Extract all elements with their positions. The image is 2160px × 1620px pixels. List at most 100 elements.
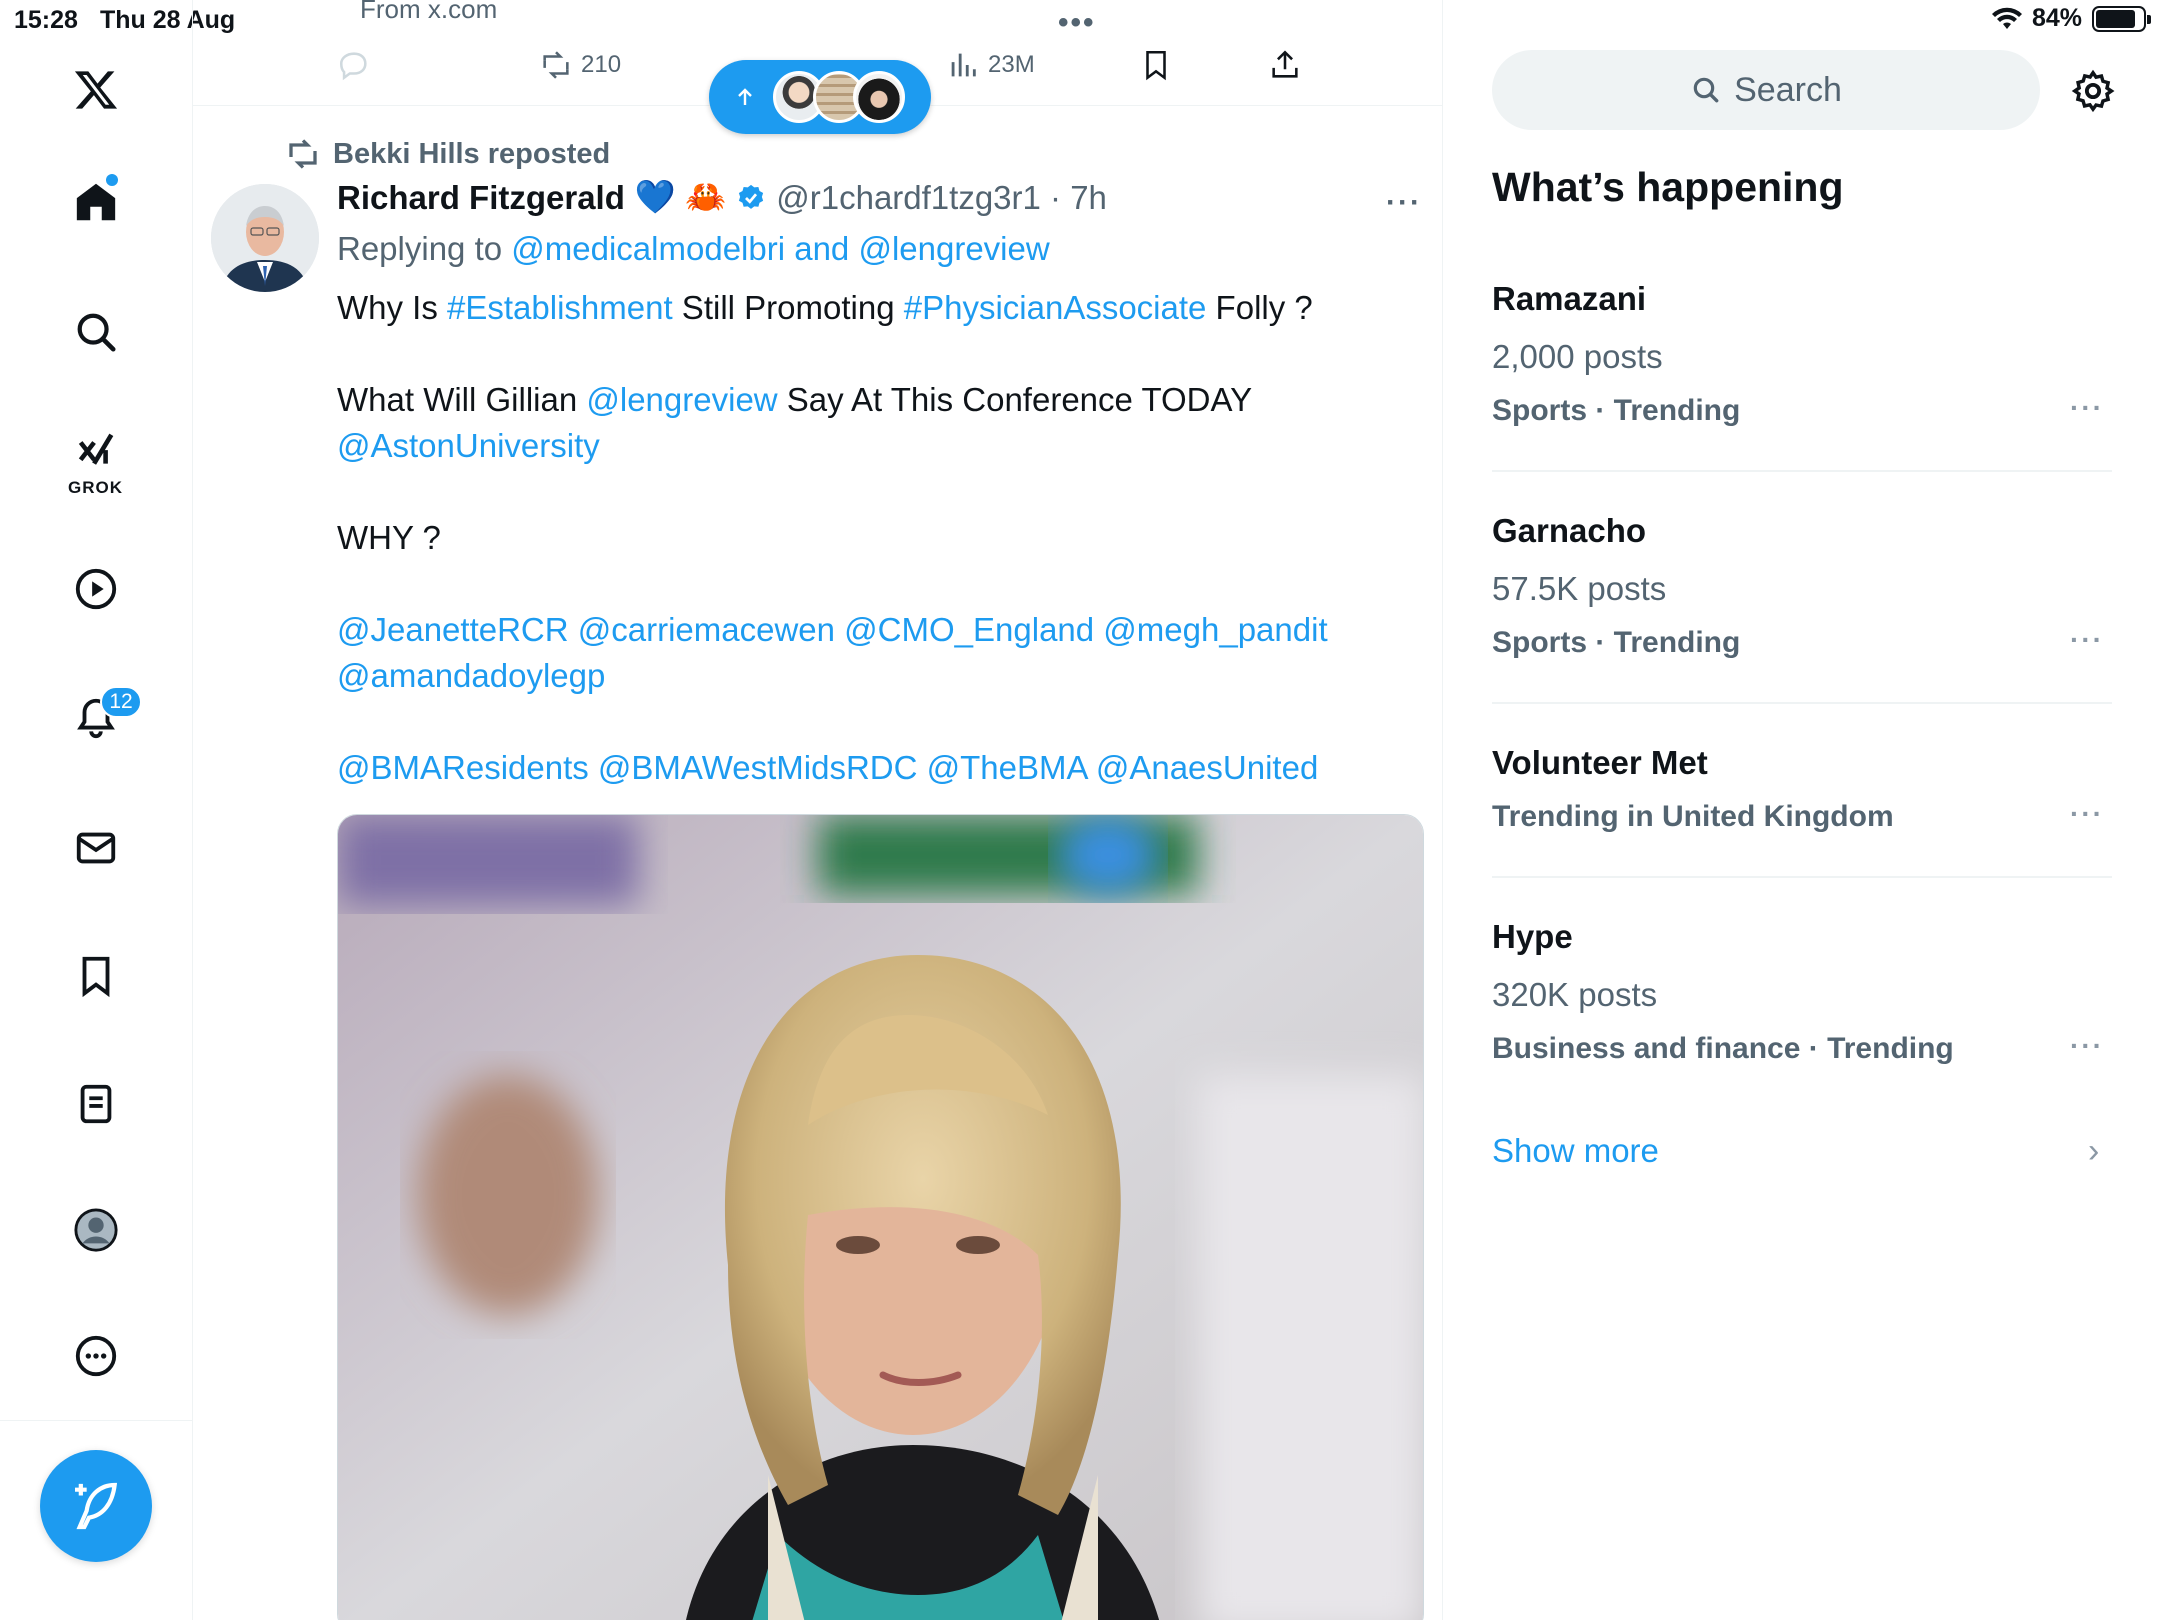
show-more-link[interactable]: Show more xyxy=(1492,1132,1659,1170)
verified-badge-icon xyxy=(739,184,764,209)
tweet-line: @AstonUniversity xyxy=(337,423,1397,469)
mentions-line[interactable]: @amandadoylegp xyxy=(337,653,1397,699)
home-new-dot xyxy=(106,174,118,186)
reposted-by-text: Bekki Hills reposted xyxy=(333,137,611,170)
repost-line[interactable]: Bekki Hills reposted xyxy=(285,136,610,172)
search-bar[interactable]: Search xyxy=(1492,50,2040,130)
trend-item[interactable]: Volunteer Met Trending in United Kingdom… xyxy=(1492,744,2112,834)
views-button[interactable]: 23M xyxy=(946,48,1035,82)
battery-percent: 84% xyxy=(2031,4,2082,32)
share-icon xyxy=(1272,50,1298,78)
reply-button[interactable] xyxy=(337,48,371,82)
compose-feather-icon xyxy=(75,1482,118,1530)
search-placeholder: Search xyxy=(1734,70,1842,109)
mentions-line[interactable]: @JeanetteRCR @carriemacewen @CMO_England… xyxy=(337,607,1397,653)
trend-category: Business and finance · Trending xyxy=(1492,1032,1954,1065)
share-button[interactable] xyxy=(1268,48,1302,82)
retweet-icon xyxy=(289,139,317,169)
text-segment: Why Is xyxy=(337,289,448,326)
wifi-icon xyxy=(1991,7,2022,29)
profile-avatar-icon xyxy=(74,1208,118,1252)
x-logo[interactable] xyxy=(66,60,126,120)
compose-button[interactable] xyxy=(40,1450,152,1562)
nav-divider xyxy=(0,1420,193,1421)
tweet-line: Why Is #Establishment Still Promoting #P… xyxy=(337,285,1397,331)
views-count: 23M xyxy=(988,51,1035,78)
tweet-text: Why Is #Establishment Still Promoting #P… xyxy=(337,285,1397,791)
trend-name: Ramazani xyxy=(1492,280,1647,317)
author-name-emojis: 💙 🦀 xyxy=(634,178,727,215)
nav-messages[interactable] xyxy=(66,818,126,878)
bookmark-icon xyxy=(1146,50,1166,81)
replying-to: Replying to @medicalmodelbri and @lengre… xyxy=(337,230,1050,268)
reply-icon xyxy=(339,52,367,81)
replying-users-link[interactable]: @medicalmodelbri and @lengreview xyxy=(511,230,1049,267)
retweet-icon xyxy=(543,51,569,79)
retweet-count: 210 xyxy=(581,51,622,78)
trend-posts: 2,000 posts xyxy=(1492,338,1663,375)
trend-name: Hype xyxy=(1492,918,1573,955)
nav-profile[interactable] xyxy=(66,1200,126,1260)
tweet-media-image[interactable] xyxy=(337,814,1424,1620)
bookmark-button[interactable] xyxy=(1139,48,1173,82)
retweet-button[interactable]: 210 xyxy=(539,48,621,82)
trend-more-button[interactable]: ··· xyxy=(2070,624,2104,656)
trend-name: Garnacho xyxy=(1492,512,1647,549)
trend-more-button[interactable]: ··· xyxy=(2070,1030,2104,1062)
search-icon xyxy=(1693,77,1719,103)
gear-icon[interactable] xyxy=(2070,68,2116,114)
trend-item[interactable]: Garnacho 57.5K posts Sports · Trending ·… xyxy=(1492,512,2112,660)
trend-item[interactable]: Ramazani 2,000 posts Sports · Trending ·… xyxy=(1492,280,2112,428)
tweet-line: What Will Gillian @lengreview Say At Thi… xyxy=(337,377,1397,423)
more-circle-icon xyxy=(75,1335,117,1377)
nav-lists[interactable] xyxy=(66,1074,126,1134)
media-photo xyxy=(338,815,1423,1620)
new-posts-pill[interactable] xyxy=(709,60,931,134)
whats-happening-title: What’s happening xyxy=(1492,164,1844,210)
grok-icon xyxy=(78,433,114,465)
mention-link[interactable]: @lengreview xyxy=(586,381,777,418)
trend-divider xyxy=(1492,876,2112,878)
trend-item[interactable]: Hype 320K posts Business and finance · T… xyxy=(1492,918,2112,1066)
text-segment: What Will Gillian xyxy=(337,381,587,418)
search-icon xyxy=(77,313,116,352)
bookmark-icon xyxy=(82,956,110,998)
status-right: 84% xyxy=(1991,4,2151,33)
trend-posts: 57.5K posts xyxy=(1492,570,1667,607)
list-icon xyxy=(80,1084,112,1124)
replying-prefix: Replying to xyxy=(337,230,503,267)
mention-link[interactable]: @AstonUniversity xyxy=(337,427,600,464)
nav-explore[interactable] xyxy=(66,302,126,362)
trend-divider xyxy=(1492,470,2112,472)
trend-name: Volunteer Met xyxy=(1492,744,1708,781)
play-icon xyxy=(75,568,117,610)
left-nav: GROK 12 xyxy=(0,0,193,1620)
tweet-header: Richard Fitzgerald 💙 🦀 @r1chardf1tzg3r1 … xyxy=(337,178,1107,217)
author-avatar-photo xyxy=(211,184,319,292)
trend-divider xyxy=(1492,702,2112,704)
tweet-line: WHY ? xyxy=(337,519,441,556)
views-chart-icon xyxy=(951,53,976,77)
nav-videos[interactable] xyxy=(66,559,126,619)
author-name[interactable]: Richard Fitzgerald xyxy=(337,179,625,217)
main-timeline: 210 23M Bekki Hills reposted Richard Fit… xyxy=(193,0,1443,1620)
chevron-right-icon: › xyxy=(2088,1132,2100,1170)
nav-bookmarks[interactable] xyxy=(66,946,126,1006)
new-post-avatar xyxy=(853,71,905,123)
author-avatar[interactable] xyxy=(211,184,319,292)
text-segment: Folly ? xyxy=(1206,289,1313,326)
hashtag-link[interactable]: #PhysicianAssociate xyxy=(904,289,1207,326)
trend-category: Sports · Trending xyxy=(1492,626,1741,659)
nav-home[interactable] xyxy=(66,172,126,232)
tweet-more-button[interactable]: ··· xyxy=(1386,186,1422,220)
nav-grok[interactable] xyxy=(66,424,126,484)
trend-more-button[interactable]: ··· xyxy=(2070,392,2104,424)
text-segment: Say At This Conference TODAY xyxy=(777,381,1253,418)
notifications-badge: 12 xyxy=(100,686,142,718)
author-handle-time[interactable]: @r1chardf1tzg3r1 · 7h xyxy=(776,179,1107,217)
hashtag-link[interactable]: #Establishment xyxy=(447,289,673,326)
grok-label: GROK xyxy=(68,478,123,497)
mentions-line[interactable]: @BMAResidents @BMAWestMidsRDC @TheBMA @A… xyxy=(337,745,1397,791)
nav-more[interactable] xyxy=(66,1326,126,1386)
trend-more-button[interactable]: ··· xyxy=(2070,798,2104,830)
